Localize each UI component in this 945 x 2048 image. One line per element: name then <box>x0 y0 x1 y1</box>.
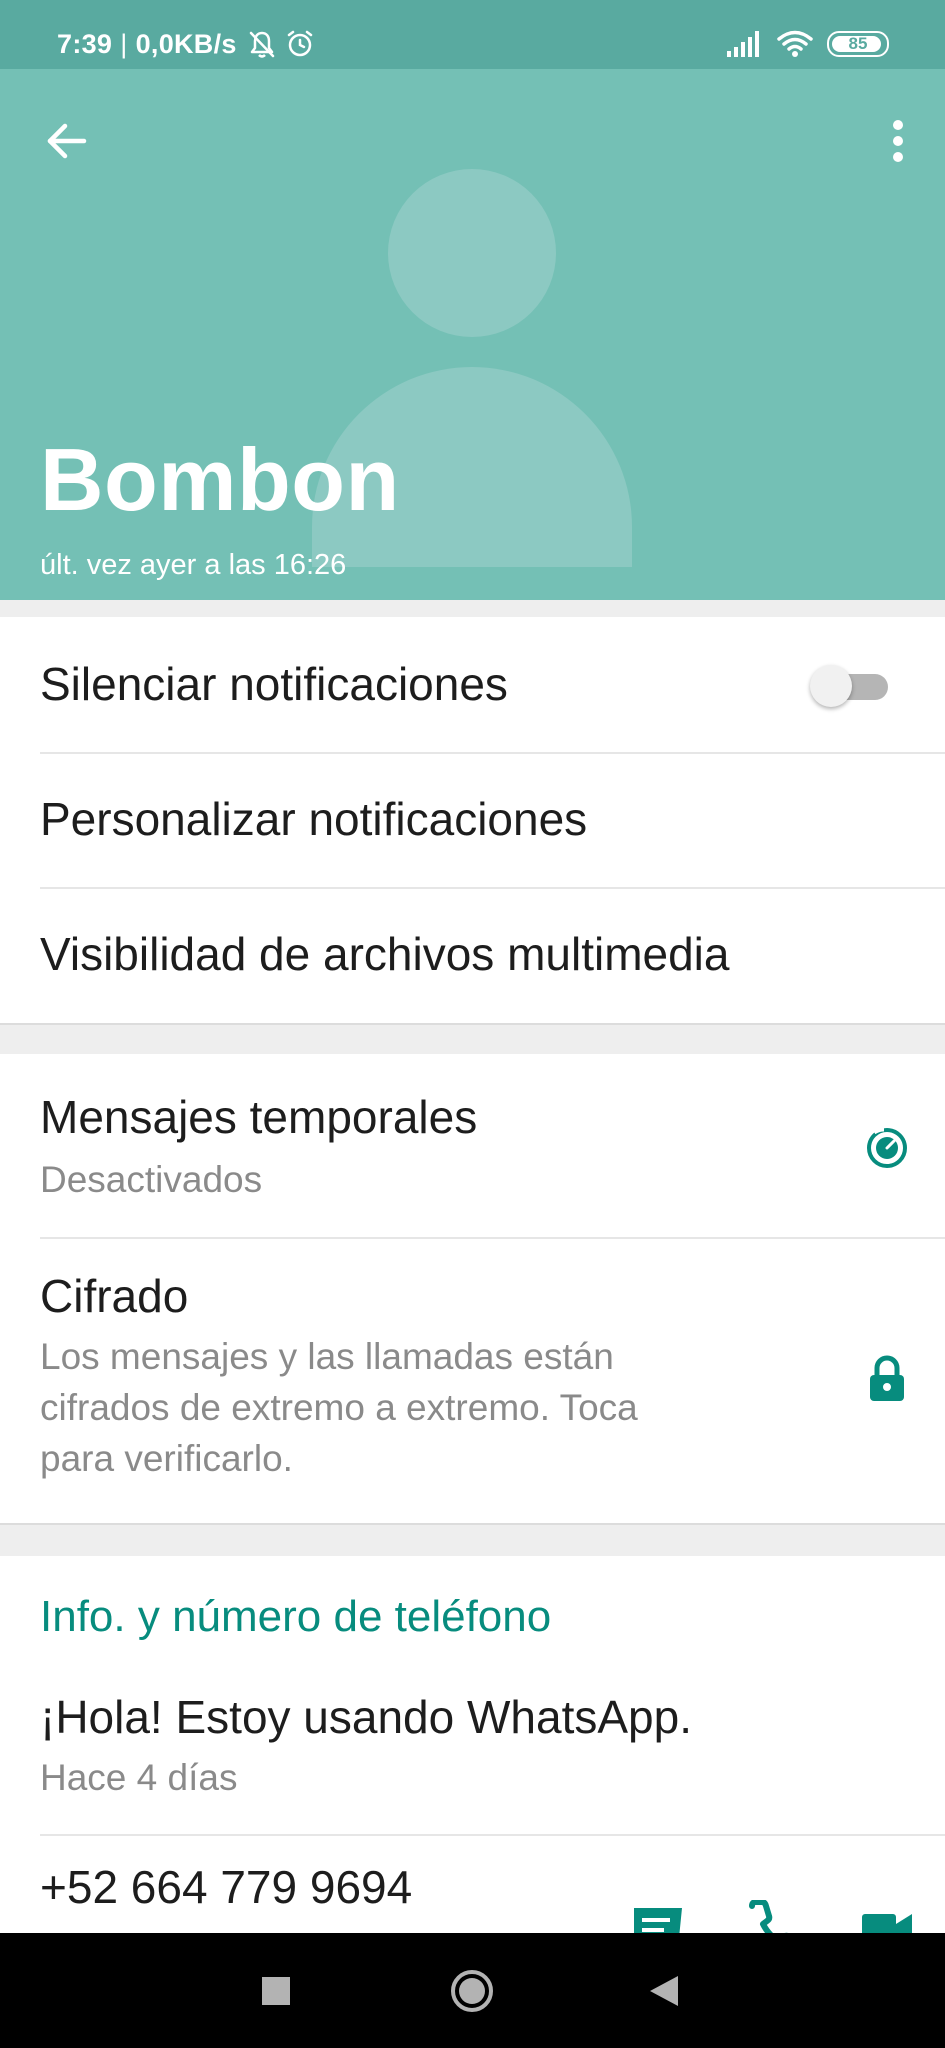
status-time: 7:39 <box>57 28 113 59</box>
default-avatar-icon[interactable] <box>388 169 556 337</box>
battery-level: 85 <box>848 34 868 53</box>
status-bar: 7:39 | 0,0KB/s 85 <box>0 0 945 69</box>
system-navigation-bar <box>0 1933 945 2048</box>
wifi-icon <box>777 30 813 58</box>
media-visibility-row[interactable]: Visibilidad de archivos multimedia <box>0 889 945 1023</box>
encryption-title: Cifrado <box>40 1270 189 1322</box>
encryption-row[interactable]: Cifrado Los mensajes y las llamadas está… <box>0 1239 945 1523</box>
encryption-description-line3: para verificarlo. <box>40 1438 293 1479</box>
lock-icon <box>870 1355 904 1401</box>
phone-number: +52 664 779 9694 <box>40 1861 413 1913</box>
back-triangle-icon[interactable] <box>648 1974 680 2008</box>
status-right: 85 <box>727 24 889 64</box>
video-call-icon[interactable] <box>860 1908 914 1933</box>
phone-icon[interactable] <box>746 1900 796 1933</box>
mute-notifications-toggle[interactable] <box>810 660 892 710</box>
disappearing-messages-row[interactable]: Mensajes temporales Desactivados <box>0 1054 945 1237</box>
message-icon[interactable] <box>630 1904 686 1933</box>
alarm-icon <box>285 29 315 59</box>
back-arrow-icon <box>47 123 87 159</box>
media-visibility-label: Visibilidad de archivos multimedia <box>40 928 730 980</box>
status-separator: | <box>120 28 128 59</box>
notifications-off-icon <box>247 29 277 59</box>
back-button[interactable] <box>42 116 92 166</box>
phone-row[interactable]: +52 664 779 9694 <box>0 1836 945 1933</box>
encryption-description-line1: Los mensajes y las llamadas están <box>40 1336 614 1377</box>
recents-square-icon[interactable] <box>261 1976 291 2006</box>
about-row[interactable]: ¡Hola! Estoy usando WhatsApp. Hace 4 día… <box>0 1676 945 1834</box>
custom-notifications-label: Personalizar notificaciones <box>40 793 588 845</box>
contact-header: Bombon últ. vez ayer a las 16:26 <box>0 69 945 600</box>
last-seen-status: últ. vez ayer a las 16:26 <box>40 549 347 581</box>
disappearing-messages-title: Mensajes temporales <box>40 1091 478 1143</box>
more-options-icon <box>893 120 903 162</box>
custom-notifications-row[interactable]: Personalizar notificaciones <box>0 754 945 887</box>
toggle-thumb <box>810 665 852 707</box>
section-gap <box>0 1023 945 1054</box>
contact-name: Bombon <box>40 430 400 529</box>
info-section: Info. y número de teléfono ¡Hola! Estoy … <box>0 1556 945 1933</box>
section-gap <box>0 600 945 617</box>
disappearing-messages-status: Desactivados <box>40 1159 263 1200</box>
notifications-section: Silenciar notificaciones Personalizar no… <box>0 617 945 1023</box>
status-network-speed: 0,0KB/s <box>135 28 237 59</box>
encryption-description-line2: cifrados de extremo a extremo. Toca <box>40 1387 638 1428</box>
status-left: 7:39 | 0,0KB/s <box>57 22 315 66</box>
mute-notifications-row[interactable]: Silenciar notificaciones <box>0 617 945 752</box>
more-options-button[interactable] <box>883 116 913 166</box>
timer-icon <box>867 1126 907 1168</box>
about-text: ¡Hola! Estoy usando WhatsApp. <box>40 1691 692 1743</box>
info-section-title: Info. y número de teléfono <box>40 1592 552 1641</box>
battery-icon: 85 <box>827 31 889 57</box>
privacy-section: Mensajes temporales Desactivados Cifrado… <box>0 1054 945 1523</box>
section-gap <box>0 1523 945 1556</box>
about-date: Hace 4 días <box>40 1757 238 1798</box>
home-circle-icon[interactable] <box>449 1968 495 2014</box>
signal-icon <box>727 31 763 57</box>
mute-notifications-label: Silenciar notificaciones <box>40 658 508 710</box>
